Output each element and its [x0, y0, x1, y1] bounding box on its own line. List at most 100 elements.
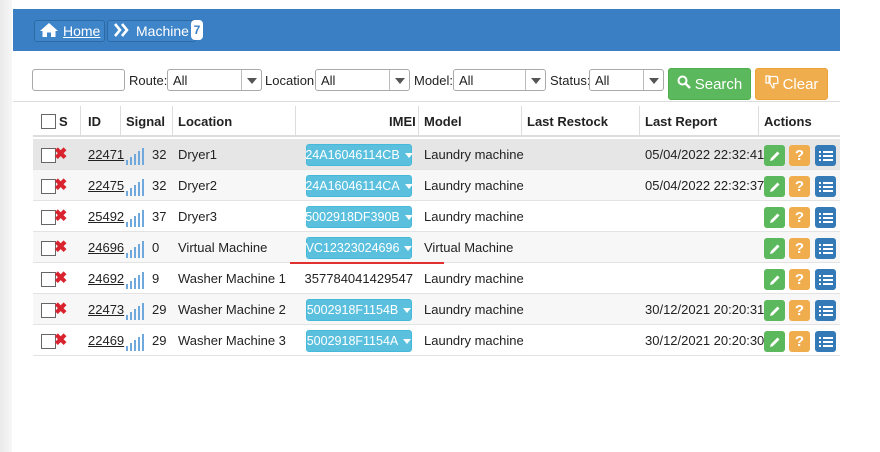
edit-button[interactable]: [764, 145, 785, 166]
help-button[interactable]: ?: [789, 331, 810, 352]
close-icon[interactable]: ✖: [54, 175, 67, 195]
column-divider: [639, 106, 640, 137]
location-value: Dryer3: [178, 209, 218, 224]
signal-bars-icon: [126, 302, 148, 320]
help-button[interactable]: ?: [789, 269, 810, 290]
breadcrumb-home-label[interactable]: Home: [63, 23, 100, 39]
header-last-restock[interactable]: Last Restock: [527, 106, 608, 137]
close-icon[interactable]: ✖: [54, 330, 67, 350]
details-list-button[interactable]: [815, 300, 836, 321]
edit-button[interactable]: [764, 207, 785, 228]
model-value: Laundry machine: [424, 178, 524, 193]
close-icon[interactable]: ✖: [54, 206, 67, 226]
model-select[interactable]: All: [453, 69, 546, 91]
machine-id-link[interactable]: 22469: [88, 325, 124, 356]
route-select[interactable]: All: [167, 69, 262, 91]
header-last-report[interactable]: Last Report: [645, 106, 717, 137]
header-signal[interactable]: Signal: [126, 106, 165, 137]
imei-dropdown-button[interactable]: 5002918DF390B: [305, 206, 413, 228]
edit-button[interactable]: [764, 331, 785, 352]
close-icon[interactable]: ✖: [54, 268, 67, 288]
question-icon: ?: [794, 333, 805, 350]
table-row[interactable]: ✖ 24696 0 Virtual Machine VC12323024696 Virtu…: [33, 232, 840, 263]
help-button[interactable]: ?: [789, 300, 810, 321]
edit-button[interactable]: [764, 238, 785, 259]
details-list-button[interactable]: [815, 331, 836, 352]
search-icon: [677, 75, 691, 93]
edit-button[interactable]: [764, 176, 785, 197]
signal-value: 9: [152, 271, 160, 286]
machine-id-link[interactable]: 22471: [88, 139, 124, 170]
last-report-value: 05/04/2022 22:32:41: [645, 147, 765, 162]
help-button[interactable]: ?: [789, 145, 810, 166]
table-row[interactable]: ✖ 22475 32 Dryer2 24A16046114CA Laundry machi…: [33, 170, 840, 201]
signal-bars-icon: [126, 209, 148, 227]
model-label: Model:: [414, 73, 454, 88]
question-icon: ?: [794, 147, 805, 164]
location-select[interactable]: All: [315, 69, 410, 91]
details-list-button[interactable]: [815, 176, 836, 197]
header-s[interactable]: S: [59, 106, 68, 137]
search-button[interactable]: Search: [668, 68, 751, 100]
list-icon: [818, 274, 833, 285]
help-button[interactable]: ?: [789, 207, 810, 228]
caret-down-icon: [404, 214, 413, 220]
close-icon[interactable]: ✖: [54, 144, 67, 164]
question-icon: ?: [794, 271, 805, 288]
status-select[interactable]: All: [589, 69, 664, 91]
imei-value: 5002918F1154A: [306, 334, 399, 348]
breadcrumb-machine[interactable]: Machine: [107, 20, 196, 42]
table-row[interactable]: ✖ 22471 32 Dryer1 24A16046114CB Laundry machi…: [33, 139, 840, 170]
breadcrumb-machine-label: Machine: [136, 23, 189, 39]
breadcrumb-home[interactable]: Home: [34, 20, 106, 42]
model-value: Laundry machine: [424, 209, 524, 224]
machine-id-link[interactable]: 24692: [88, 263, 124, 294]
imei-dropdown-button[interactable]: 24A16046114CB: [305, 144, 413, 166]
imei-dropdown-button[interactable]: 24A16046114CA: [305, 175, 413, 197]
details-list-button[interactable]: [815, 145, 836, 166]
close-icon[interactable]: ✖: [54, 299, 67, 319]
close-icon[interactable]: ✖: [54, 237, 67, 257]
clear-button[interactable]: Clear: [755, 68, 828, 100]
table-row[interactable]: ✖ 22473 29 Washer Machine 2 5002918F1154B Lau…: [33, 294, 840, 325]
edit-button[interactable]: [764, 300, 785, 321]
imei-value: 357784041429547: [304, 271, 413, 286]
signal-bars-icon: [126, 147, 148, 165]
edit-button[interactable]: [764, 269, 785, 290]
machine-id-link[interactable]: 24696: [88, 232, 124, 263]
machine-id-link[interactable]: 25492: [88, 201, 124, 232]
help-button[interactable]: ?: [789, 176, 810, 197]
help-button[interactable]: ?: [789, 238, 810, 259]
select-all-checkbox[interactable]: [41, 114, 56, 129]
caret-down-icon: [404, 152, 413, 158]
last-report-value: 05/04/2022 22:32:37: [645, 178, 765, 193]
location-value: Dryer2: [178, 178, 218, 193]
thumbs-down-icon: [764, 75, 779, 93]
machine-id-link[interactable]: 22473: [88, 294, 124, 325]
search-input[interactable]: [32, 69, 125, 91]
header-id[interactable]: ID: [88, 106, 101, 137]
location-value: Dryer1: [178, 147, 218, 162]
details-list-button[interactable]: [815, 207, 836, 228]
imei-dropdown-button[interactable]: 5002918F1154A: [306, 330, 412, 352]
table-row[interactable]: ✖ 25492 37 Dryer3 5002918DF390B Laundry machi…: [33, 201, 840, 232]
location-select-value: All: [321, 73, 336, 88]
details-list-button[interactable]: [815, 269, 836, 290]
imei-dropdown-button[interactable]: 5002918F1154B: [306, 299, 412, 321]
chevron-down-icon: [241, 70, 261, 90]
header-location[interactable]: Location: [178, 106, 232, 137]
imei-dropdown-button[interactable]: VC12323024696: [306, 237, 413, 259]
imei-value: 5002918DF390B: [305, 210, 400, 224]
caret-down-icon: [404, 245, 413, 251]
chevron-down-icon: [525, 70, 545, 90]
header-imei[interactable]: IMEI: [389, 106, 416, 137]
signal-value: 37: [152, 209, 167, 224]
table-row[interactable]: ✖ 22469 29 Washer Machine 3 5002918F1154A Lau…: [33, 325, 840, 356]
last-report-value: 30/12/2021 20:20:31: [645, 302, 765, 317]
header-model[interactable]: Model: [424, 106, 462, 137]
divider: [13, 101, 840, 102]
signal-value: 32: [152, 147, 167, 162]
table-row[interactable]: ✖ 24692 9 Washer Machine 1 357784041429547 La…: [33, 263, 840, 294]
details-list-button[interactable]: [815, 238, 836, 259]
machine-id-link[interactable]: 22475: [88, 170, 124, 201]
